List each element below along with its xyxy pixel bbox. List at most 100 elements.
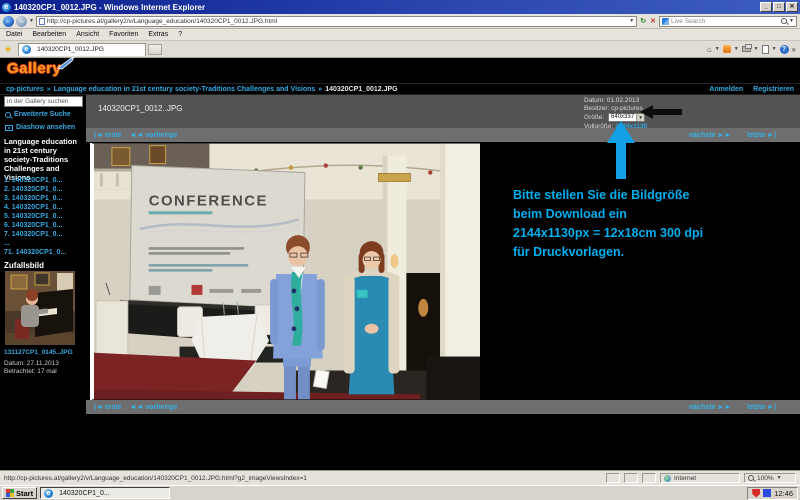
photo-owner: Besitzer: cp-pictures [584, 105, 784, 113]
annotation-black-arrow-icon [640, 105, 682, 119]
register-link[interactable]: Registrieren [753, 86, 794, 93]
search-input[interactable]: Live Search ▼ [659, 16, 797, 27]
home-dropdown-icon[interactable]: ▼ [715, 46, 720, 52]
taskbar-task-button[interactable]: e 140320CP1_0... [40, 487, 170, 499]
random-image-views: Betrachtet: 17 mal [4, 368, 57, 375]
page-dropdown-icon[interactable]: ▼ [772, 46, 777, 52]
task-label: 140320CP1_0... [59, 490, 110, 497]
menu-bearbeiten[interactable]: Bearbeiten [32, 31, 66, 38]
zone-label: Internet [674, 475, 696, 482]
random-image-name[interactable]: 131127CP1_0145..JPG [4, 349, 73, 356]
nav-prev-link[interactable]: ◄◄ vorherige [130, 132, 178, 139]
nav-last-link[interactable]: letzte ►| [747, 132, 776, 139]
nav-last-link[interactable]: letzte ►| [747, 404, 776, 411]
back-button[interactable]: ← [3, 16, 14, 27]
feeds-dropdown-icon[interactable]: ▼ [734, 46, 739, 52]
gallery-search-input[interactable] [4, 96, 83, 107]
list-item[interactable]: 5. 140320CP1_0... [4, 212, 84, 221]
size-label: Größe: [584, 114, 604, 121]
photo-nav-bottom: |◄ erste ◄◄ vorherige nächste ►► letzte … [86, 400, 800, 414]
gallery-logo[interactable]: Gallery [7, 60, 61, 77]
menu-extras[interactable]: Extras [148, 31, 168, 38]
command-bar: ⌂▼ ▼ ▼ ▼ ? » [707, 45, 796, 54]
advanced-search-label: Erweiterte Suche [14, 111, 71, 118]
menu-datei[interactable]: Datei [6, 31, 22, 38]
address-url: http://cp-pictures.at/gallery2/v/Languag… [47, 18, 277, 25]
feeds-icon[interactable] [723, 45, 731, 53]
history-dropdown-icon[interactable]: ▼ [29, 18, 34, 24]
start-button[interactable]: Start [2, 487, 37, 499]
taskbar: Start e 140320CP1_0... 12:46 [0, 485, 800, 500]
menu-hilfe[interactable]: ? [178, 31, 182, 38]
slideshow-icon [5, 125, 13, 131]
forward-button[interactable]: → [16, 16, 27, 27]
close-button[interactable]: ✕ [786, 2, 798, 12]
nav-first-link[interactable]: |◄ erste [94, 132, 122, 139]
login-link[interactable]: Anmelden [709, 86, 743, 93]
window-title: 140320CP1_0012.JPG - Windows Internet Ex… [14, 3, 205, 12]
annotation-line: beim Download ein [513, 205, 783, 224]
list-item[interactable]: 6. 140320CP1_0... [4, 221, 84, 230]
breadcrumb-separator: » [47, 86, 51, 93]
security-zone: Internet [660, 473, 740, 483]
zoom-dropdown-icon[interactable]: ▼ [777, 475, 782, 481]
status-cell [624, 473, 638, 483]
page-menu-icon[interactable] [762, 45, 769, 54]
search-go-icon[interactable] [781, 18, 787, 24]
advanced-search-icon [5, 112, 11, 118]
nav-next-link[interactable]: nächste ►► [689, 132, 731, 139]
annotation-line: 2144x1130px = 12x18cm 300 dpi [513, 224, 783, 243]
address-field[interactable]: http://cp-pictures.at/gallery2/v/Languag… [36, 16, 637, 27]
live-search-icon [662, 18, 669, 25]
minimize-button[interactable]: _ [760, 2, 772, 12]
list-item[interactable]: 7. 140320CP1_0... [4, 230, 84, 239]
conference-photo[interactable]: CONFERENCE [90, 143, 480, 400]
tray-app-icon[interactable] [763, 489, 771, 497]
menu-bar: Datei Bearbeiten Ansicht Favoriten Extra… [0, 29, 800, 41]
antivirus-tray-icon[interactable] [752, 489, 760, 498]
nav-next-link[interactable]: nächste ►► [689, 404, 731, 411]
status-bar: http://cp-pictures.at/gallery2/v/Languag… [0, 470, 800, 485]
breadcrumb-separator: » [318, 86, 322, 93]
new-tab-button[interactable] [148, 44, 162, 55]
address-dropdown-icon[interactable]: ▼ [629, 18, 634, 24]
tab-favicon: e [22, 45, 31, 54]
photo-nav-top: |◄ erste ◄◄ vorherige nächste ►► letzte … [86, 128, 800, 142]
help-icon[interactable]: ? [780, 45, 789, 54]
breadcrumb: cp-pictures » Language education in 21st… [0, 83, 800, 95]
favorites-star-icon[interactable]: ★ [4, 44, 12, 55]
menu-ansicht[interactable]: Ansicht [76, 31, 99, 38]
refresh-button[interactable]: ↻ [639, 17, 647, 25]
overflow-chevron-icon[interactable]: » [792, 45, 796, 54]
zoom-control[interactable]: 100% ▼ [744, 473, 796, 483]
annotation-blue-arrow-icon [607, 121, 635, 179]
list-item[interactable]: 2. 140320CP1_0... [4, 185, 84, 194]
maximize-button[interactable]: □ [773, 2, 785, 12]
photo-date: Datum: 01.02.2013 [584, 97, 784, 105]
menu-favoriten[interactable]: Favoriten [109, 31, 138, 38]
print-dropdown-icon[interactable]: ▼ [754, 46, 759, 52]
nav-prev-link[interactable]: ◄◄ vorherige [130, 404, 178, 411]
nav-first-link[interactable]: |◄ erste [94, 404, 122, 411]
print-icon[interactable] [742, 46, 751, 52]
address-toolbar: ← → ▼ http://cp-pictures.at/gallery2/v/L… [0, 14, 800, 29]
list-item[interactable]: 1. 140320CP1_0... [4, 176, 84, 185]
breadcrumb-album[interactable]: Language education in 21st century socie… [54, 86, 316, 93]
stop-button[interactable]: ✕ [649, 17, 657, 25]
list-item[interactable]: 4. 140320CP1_0... [4, 203, 84, 212]
search-dropdown-icon[interactable]: ▼ [789, 18, 794, 24]
tab-label: 140320CP1_0012.JPG [37, 46, 104, 53]
list-item[interactable]: 71. 140320CP1_0... [4, 248, 84, 257]
browser-tab[interactable]: e 140320CP1_0012.JPG [18, 43, 146, 56]
screen: e 140320CP1_0012.JPG - Windows Internet … [0, 0, 800, 500]
annotation-line: Bitte stellen Sie die Bildgröße [513, 186, 783, 205]
home-icon[interactable]: ⌂ [707, 45, 712, 54]
random-image-date: Datum: 27.11.2013 [4, 360, 59, 367]
breadcrumb-root[interactable]: cp-pictures [6, 86, 44, 93]
taskbar-clock: 12:46 [774, 489, 793, 498]
list-item[interactable]: 3. 140320CP1_0... [4, 194, 84, 203]
random-image-thumbnail[interactable] [5, 271, 75, 345]
start-label: Start [16, 489, 33, 498]
slideshow-link[interactable]: Diashow ansehen [5, 124, 75, 131]
advanced-search-link[interactable]: Erweiterte Suche [5, 111, 71, 118]
